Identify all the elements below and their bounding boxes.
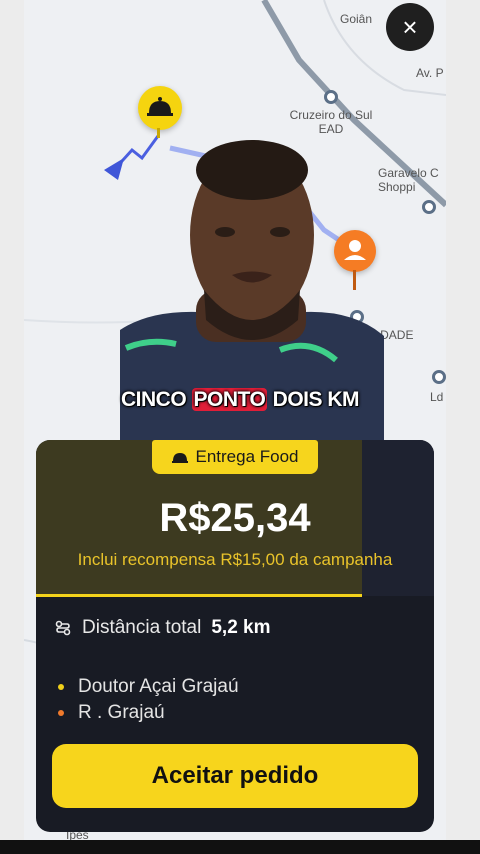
timer-progress-bar bbox=[36, 594, 362, 597]
reward-text: Inclui recompensa R$15,00 da campanha bbox=[77, 550, 393, 569]
distance-label: Distância total bbox=[82, 617, 202, 638]
map-label-garavelo: Garavelo C Shoppi bbox=[378, 166, 439, 194]
close-button[interactable]: × bbox=[386, 3, 434, 51]
delivery-offer-card: Entrega Food R$25,34 Inclui recompensa R… bbox=[36, 440, 434, 832]
route-icon bbox=[55, 620, 71, 636]
left-edge bbox=[0, 0, 24, 854]
close-icon: × bbox=[402, 11, 418, 42]
poi-cruzeiro-icon bbox=[324, 90, 338, 104]
restaurant-pin[interactable] bbox=[138, 86, 182, 138]
right-edge bbox=[446, 0, 480, 854]
pickup-dot-icon bbox=[58, 684, 64, 690]
badge-label: Entrega Food bbox=[195, 447, 299, 466]
map-label-cruzeiro: Cruzeiro do Sul EAD bbox=[289, 108, 373, 136]
stop-dropoff-name: R . Grajaú bbox=[78, 702, 165, 723]
video-caption: CINCO PONTO DOIS KM bbox=[0, 388, 480, 412]
poi-ld-icon bbox=[432, 370, 446, 384]
caption-word-3: DOIS KM bbox=[272, 388, 360, 411]
map-label-goiania: Goiân bbox=[340, 12, 373, 26]
stop-pickup: Doutor Açai Grajaú bbox=[58, 676, 239, 698]
stop-dropoff: R . Grajaú bbox=[58, 702, 165, 724]
cloche-icon bbox=[172, 453, 189, 463]
system-nav-bar bbox=[0, 840, 480, 854]
cloche-icon bbox=[147, 97, 173, 116]
poi-garavelo-icon bbox=[422, 200, 436, 214]
map-label-av: Av. P bbox=[416, 66, 444, 80]
accept-order-button[interactable]: Aceitar pedido bbox=[52, 744, 418, 808]
distance-value: 5,2 km bbox=[211, 617, 271, 638]
caption-word-1: CINCO bbox=[121, 388, 187, 411]
distance-row: Distância total 5,2 km bbox=[54, 617, 271, 639]
caption-highlight-word: PONTO bbox=[191, 388, 268, 411]
offer-price: R$25,34 bbox=[159, 496, 311, 540]
dropoff-dot-icon bbox=[58, 710, 64, 716]
stop-pickup-name: Doutor Açai Grajaú bbox=[78, 676, 239, 697]
delivery-type-badge: Entrega Food bbox=[152, 440, 318, 474]
